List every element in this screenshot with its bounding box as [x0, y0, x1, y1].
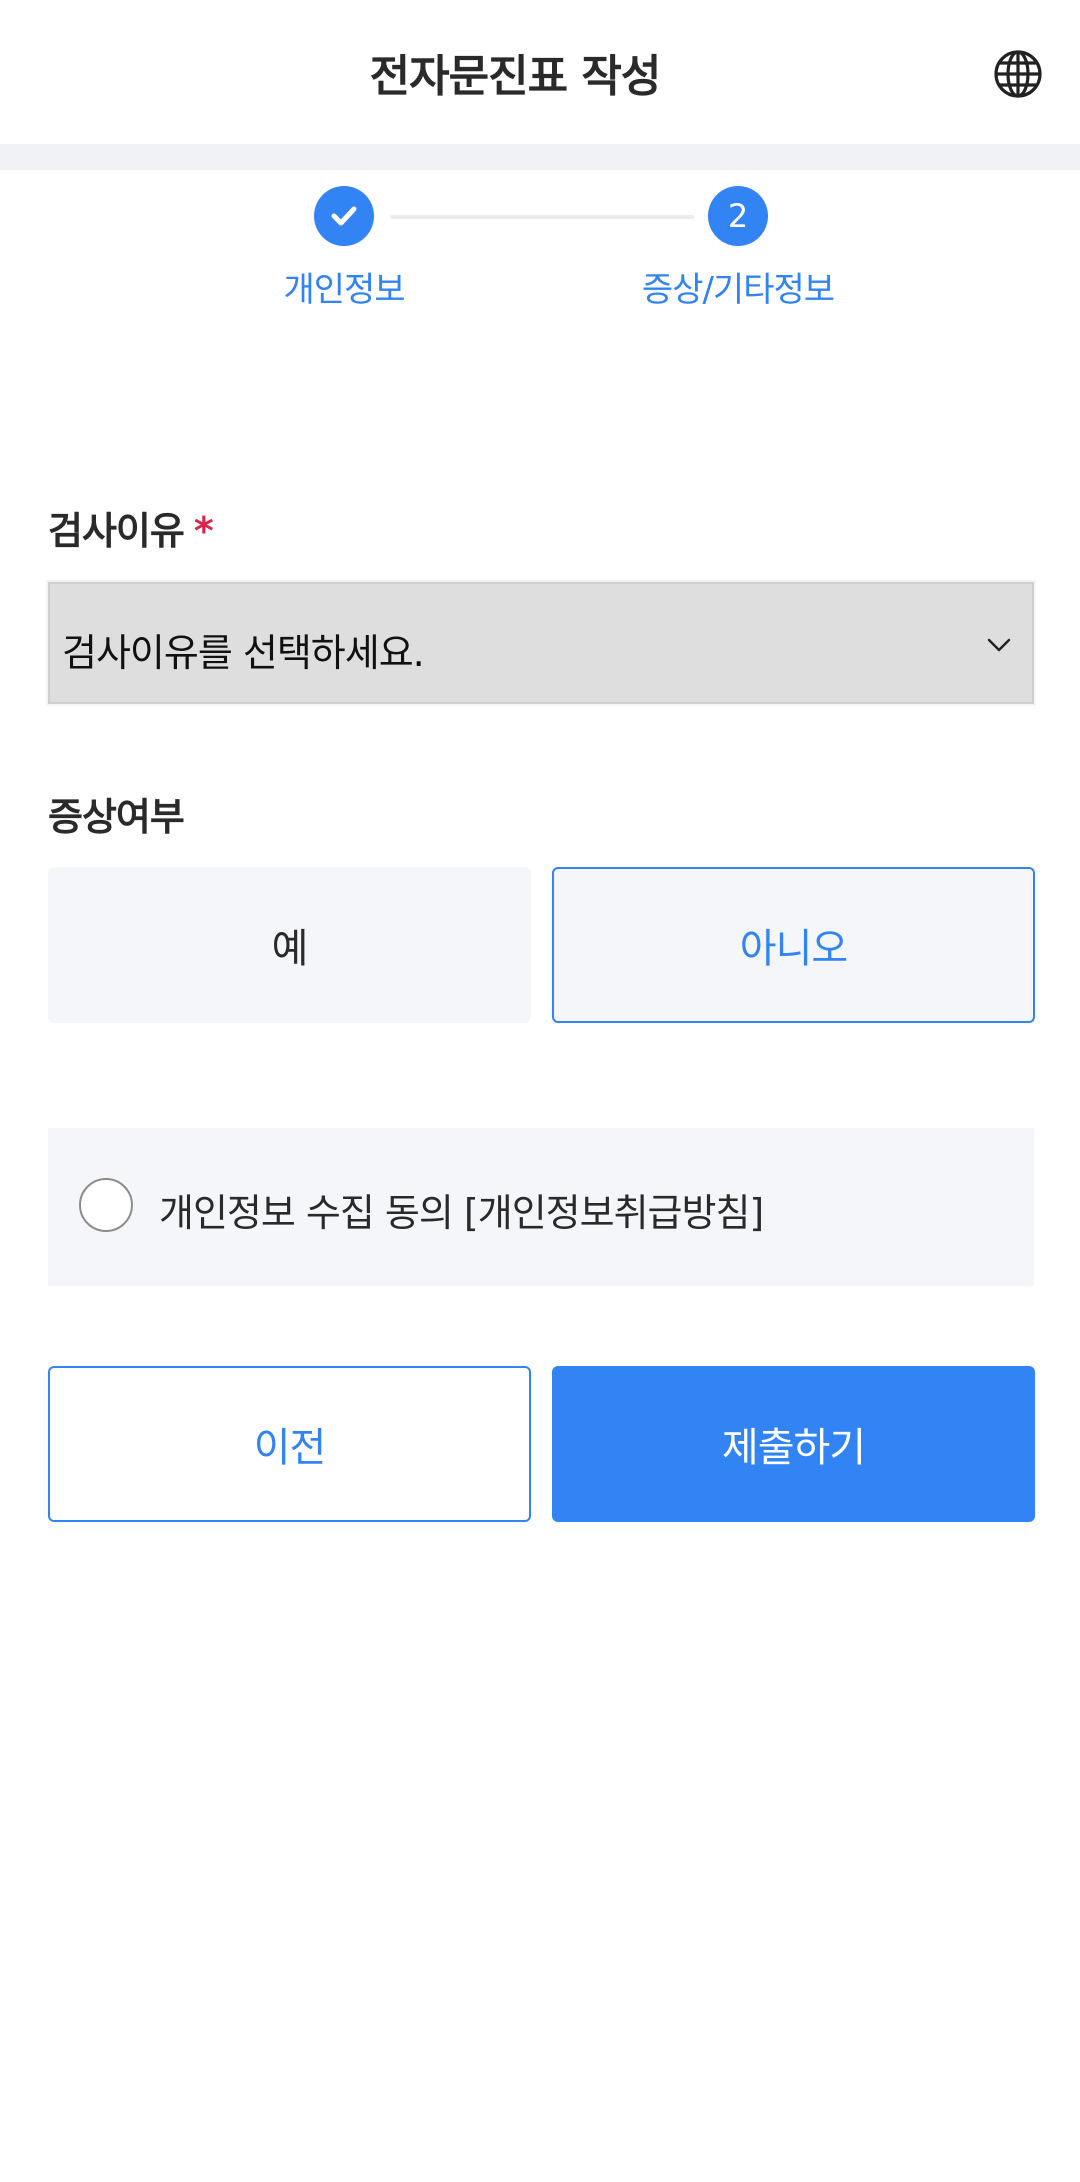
symptom-yes-button[interactable]: 예 — [48, 867, 531, 1023]
language-button[interactable] — [992, 48, 1044, 100]
app-header: 전자문진표 작성 — [0, 0, 1080, 144]
progress-stepper: 2 개인정보 증상/기타정보 — [0, 170, 1080, 340]
reason-select[interactable]: 검사이유를 선택하세요. — [46, 580, 1036, 706]
reason-label: 검사이유 * — [48, 500, 214, 555]
check-icon — [331, 206, 357, 226]
step-2-label: 증상/기타정보 — [641, 270, 835, 310]
header-divider — [0, 144, 1080, 170]
prev-button[interactable]: 이전 — [48, 1366, 531, 1522]
reason-label-text: 검사이유 — [48, 509, 185, 553]
step-1-indicator — [314, 186, 374, 246]
consent-radio[interactable] — [79, 1178, 133, 1232]
reason-select-placeholder: 검사이유를 선택하세요. — [62, 631, 425, 675]
consent-text[interactable]: 개인정보 수집 동의 [개인정보취급방침] — [159, 1182, 764, 1237]
chevron-down-icon — [987, 638, 1011, 652]
symptom-label: 증상여부 — [48, 795, 185, 839]
globe-icon — [994, 50, 1042, 98]
page-title: 전자문진표 작성 — [369, 51, 662, 102]
privacy-consent-row[interactable]: 개인정보 수집 동의 [개인정보취급방침] — [48, 1128, 1034, 1286]
step-1-label: 개인정보 — [283, 270, 405, 310]
step-2-indicator: 2 — [708, 186, 768, 246]
submit-button[interactable]: 제출하기 — [552, 1366, 1035, 1522]
step-connector — [390, 215, 694, 219]
symptom-no-button[interactable]: 아니오 — [552, 867, 1035, 1023]
required-mark: * — [193, 509, 214, 553]
survey-page: 전자문진표 작성 2 개인정보 증상/기타정보 검사이유 * 검사이유를 선택하세… — [0, 0, 1080, 2182]
